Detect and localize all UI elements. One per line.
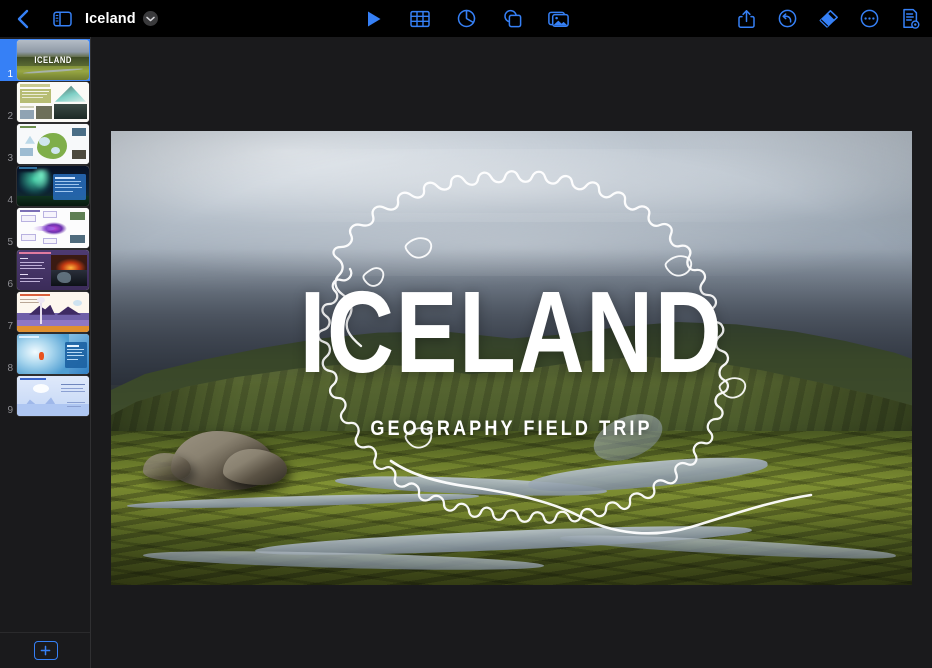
plus-icon <box>40 645 51 656</box>
slide-number: 3 <box>7 153 13 164</box>
toolbar-right-group <box>732 0 924 37</box>
thumbnail-image <box>17 81 89 123</box>
slide-number: 1 <box>7 69 13 80</box>
slide-number: 9 <box>7 405 13 416</box>
slide-canvas-area[interactable]: ICELAND GEOGRAPHY FIELD TRIP <box>91 37 932 668</box>
document-title[interactable]: Iceland <box>85 11 136 27</box>
slide-number: 2 <box>7 111 13 122</box>
slide-number: 8 <box>7 363 13 374</box>
slide-thumbnail-8[interactable]: 8 <box>0 333 90 375</box>
thumbnail-image <box>17 249 89 291</box>
insert-chart-button[interactable] <box>452 5 480 33</box>
slide-thumbnail-7[interactable]: 7 <box>0 291 90 333</box>
slide-thumbnail-2[interactable]: 2 <box>0 81 90 123</box>
thumbnail-image: ICELAND <box>17 39 89 81</box>
slide-thumbnail-4[interactable]: 4 <box>0 165 90 207</box>
thumbnail-image <box>17 165 89 207</box>
back-button[interactable] <box>10 5 38 33</box>
slide-number: 4 <box>7 195 13 206</box>
more-button[interactable] <box>855 5 883 33</box>
thumbnail-image <box>17 291 89 333</box>
slide-title[interactable]: ICELAND <box>191 274 832 390</box>
slide-list: 1 ICELAND 2 3 4 5 6 7 8 9 <box>0 37 90 417</box>
slide-canvas[interactable]: ICELAND GEOGRAPHY FIELD TRIP <box>111 131 912 585</box>
sidebar-toggle-button[interactable] <box>48 5 76 33</box>
add-slide-container <box>0 632 90 668</box>
slide-number: 5 <box>7 237 13 248</box>
thumbnail-image <box>17 123 89 165</box>
slide-thumbnail-1[interactable]: 1 ICELAND <box>0 39 90 81</box>
slide-number: 6 <box>7 279 13 290</box>
top-toolbar: Iceland <box>0 0 932 37</box>
insert-table-button[interactable] <box>406 5 434 33</box>
slide-number: 7 <box>7 321 13 332</box>
thumbnail-image <box>17 207 89 249</box>
keynote-window: Iceland 1 ICELAND 2 3 4 5 6 7 8 9 ICELAN… <box>0 0 932 668</box>
thumbnail-image <box>17 375 89 417</box>
document-options-button[interactable] <box>896 5 924 33</box>
slide-thumbnail-5[interactable]: 5 <box>0 207 90 249</box>
slide-thumbnail-9[interactable]: 9 <box>0 375 90 417</box>
format-button[interactable] <box>814 5 842 33</box>
insert-media-button[interactable] <box>544 5 572 33</box>
slide-subtitle[interactable]: GEOGRAPHY FIELD TRIP <box>167 417 856 441</box>
toolbar-left-group: Iceland <box>0 5 158 33</box>
play-button[interactable] <box>360 5 388 33</box>
slide-thumbnail-3[interactable]: 3 <box>0 123 90 165</box>
thumbnail-title: ICELAND <box>34 55 72 65</box>
chevron-down-icon[interactable] <box>142 11 158 26</box>
slide-navigator[interactable]: 1 ICELAND 2 3 4 5 6 7 8 9 <box>0 37 91 668</box>
undo-button[interactable] <box>773 5 801 33</box>
share-button[interactable] <box>732 5 760 33</box>
insert-shape-button[interactable] <box>498 5 526 33</box>
thumbnail-image <box>17 333 89 375</box>
slide-thumbnail-6[interactable]: 6 <box>0 249 90 291</box>
add-slide-button[interactable] <box>33 641 58 660</box>
